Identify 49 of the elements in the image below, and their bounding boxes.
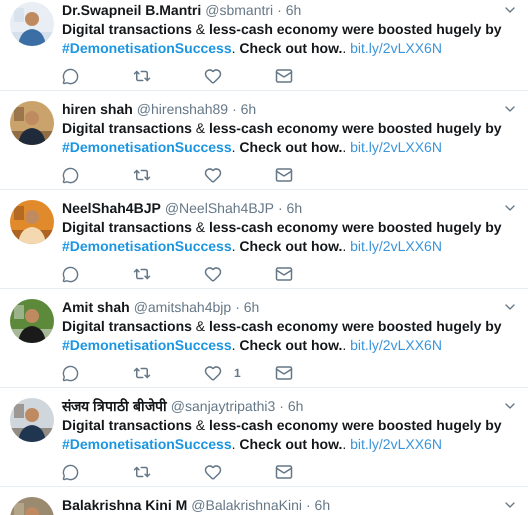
hashtag-link[interactable]: #DemonetisationSuccess: [62, 139, 232, 155]
tweet-text: Digital transactions & less-cash economy were boosted hugely by #DemonetisationSuccess. Check out how.. bit.ly/2vLXX6N: [62, 317, 502, 355]
user-handle[interactable]: @amitshah4bjp: [134, 298, 232, 316]
tweet-time[interactable]: · 6h: [277, 1, 302, 19]
user-handle[interactable]: @sanjaytripathi3: [170, 397, 276, 415]
user-name[interactable]: Dr.Swapneil B.Mantri: [62, 1, 202, 19]
tweet-text: Digital transactions & less-cash economy were boosted hugely by #DemonetisationSuccess. Check out how.. bit.ly/2vLXX6N: [62, 218, 502, 256]
tweet-time[interactable]: · 6h: [278, 199, 302, 217]
tweet-time[interactable]: · 6h: [306, 496, 330, 514]
user-name[interactable]: hiren shah: [62, 100, 133, 118]
tweet-link[interactable]: bit.ly/2vLXX6N: [350, 436, 442, 452]
reply-icon[interactable]: [62, 68, 79, 84]
reply-icon[interactable]: [62, 464, 79, 480]
tweet-text: Digital transactions & less-cash economy were boosted hugely by #DemonetisationSuccess. Check out how.. bit.ly/2vLXX6N: [62, 20, 502, 58]
like-count: 1: [234, 365, 241, 382]
user-name[interactable]: Amit shah: [62, 298, 130, 316]
hashtag-link[interactable]: #DemonetisationSuccess: [62, 238, 232, 254]
reply-icon[interactable]: [62, 166, 79, 184]
message-icon[interactable]: [275, 463, 293, 481]
like-icon[interactable]: [204, 463, 222, 481]
hashtag-link[interactable]: #DemonetisationSuccess: [62, 337, 232, 353]
user-handle[interactable]: @NeelShah4BJP: [164, 199, 274, 217]
user-name[interactable]: Balakrishna Kini M: [62, 496, 188, 514]
message-icon[interactable]: [275, 67, 293, 85]
like-icon[interactable]: [204, 166, 222, 184]
tweet-link[interactable]: bit.ly/2vLXX6N: [350, 238, 442, 254]
user-handle[interactable]: @sbmantri: [205, 1, 274, 19]
message-icon[interactable]: [275, 364, 293, 382]
reply-icon[interactable]: [62, 266, 79, 282]
tweet-link[interactable]: bit.ly/2vLXX6N: [350, 139, 442, 155]
user-handle[interactable]: @BalakrishnaKini: [191, 496, 302, 514]
user-name[interactable]: संजय त्रिपाठी बीजेपी: [62, 397, 167, 415]
like-icon[interactable]: [204, 265, 222, 283]
hashtag-link[interactable]: #DemonetisationSuccess: [62, 40, 232, 56]
like-icon[interactable]: [204, 67, 222, 85]
user-name[interactable]: NeelShah4BJP: [62, 199, 161, 217]
hashtag-link[interactable]: #DemonetisationSuccess: [62, 436, 232, 452]
user-handle[interactable]: @hirenshah89: [136, 100, 228, 118]
tweet-time[interactable]: · 6h: [235, 298, 260, 316]
tweet-link[interactable]: bit.ly/2vLXX6N: [350, 40, 442, 56]
tweet-text: Digital transactions & less-cash economy were boosted hugely by #DemonetisationSuccess. Check out how.. bit.ly/2vLXX6N: [62, 416, 502, 454]
tweet-text: Digital transactions & less-cash economy were boosted hugely by #DemonetisationSuccess. Check out how.. bit.ly/2vLXX6N: [62, 119, 502, 157]
tweet-time[interactable]: · 6h: [279, 397, 304, 415]
message-icon[interactable]: [275, 265, 293, 283]
tweet-time[interactable]: · 6h: [232, 100, 256, 118]
reply-icon[interactable]: [62, 364, 79, 382]
like-icon[interactable]: [204, 364, 222, 382]
tweet-link[interactable]: bit.ly/2vLXX6N: [350, 337, 442, 353]
message-icon[interactable]: [275, 166, 293, 184]
